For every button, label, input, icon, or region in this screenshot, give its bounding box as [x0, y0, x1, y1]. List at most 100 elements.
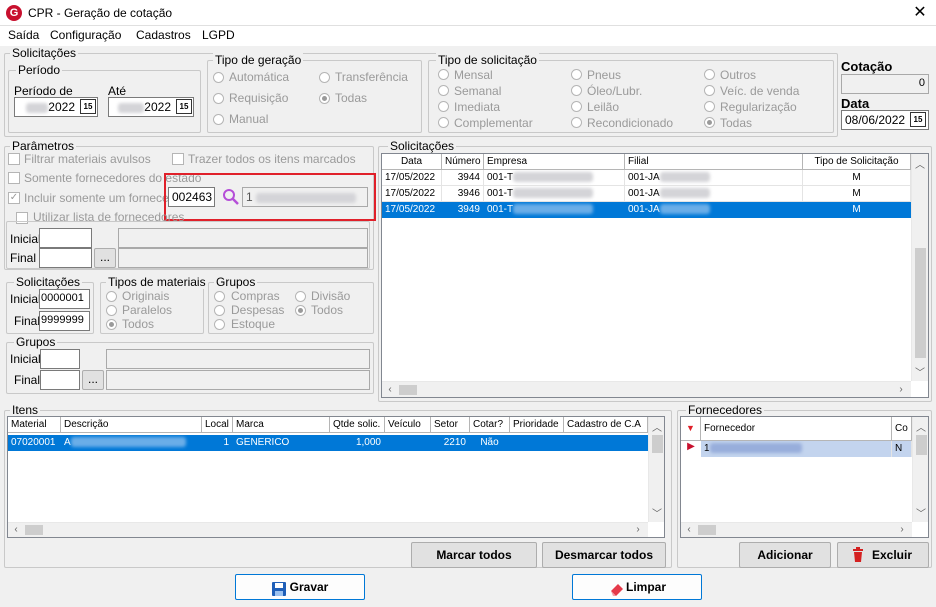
radio-oleo[interactable] [571, 85, 582, 96]
radio-estoque[interactable] [214, 319, 225, 330]
radio-todas-solicitacao[interactable] [704, 117, 715, 128]
scroll-thumb[interactable] [652, 435, 663, 453]
chk-filtrar[interactable] [8, 153, 20, 165]
itens-hscroll[interactable]: ‹ › [8, 522, 648, 537]
scroll-up-icon[interactable]: ︿ [912, 156, 928, 171]
scroll-right-icon[interactable]: › [894, 524, 910, 535]
scroll-left-icon[interactable]: ‹ [382, 384, 398, 395]
hscroll-thumb[interactable] [399, 385, 417, 395]
col-material[interactable]: Material [8, 417, 61, 433]
radio-semanal[interactable] [438, 85, 449, 96]
radio-outros[interactable] [704, 69, 715, 80]
final-forn-field[interactable] [39, 248, 92, 268]
scroll-up-icon[interactable]: ︿ [649, 419, 664, 434]
final-grp-ellipsis-button[interactable]: ... [82, 370, 104, 390]
radio-todos-grupos[interactable] [295, 305, 306, 316]
solicitacoes-grid[interactable]: Data Número Empresa Filial Tipo de Solic… [381, 153, 929, 398]
col-fornecedor[interactable]: Fornecedor [701, 417, 892, 441]
inicial-forn-field[interactable] [39, 228, 92, 248]
adicionar-button[interactable]: Adicionar [739, 542, 831, 568]
radio-automatica[interactable] [213, 72, 224, 83]
solicitacoes-hscroll[interactable]: ‹ › [382, 381, 911, 397]
radio-transferencia[interactable] [319, 72, 330, 83]
scroll-thumb[interactable] [915, 248, 926, 358]
scroll-up-icon[interactable]: ︿ [913, 419, 928, 434]
table-row-selected[interactable]: 07020001 A 1 GENERICO 1,000 2210 Não [8, 435, 648, 451]
sort-down-icon[interactable]: ▼ [681, 417, 701, 441]
scroll-down-icon[interactable]: ﹀ [649, 505, 664, 520]
menu-cadastros[interactable]: Cadastros [136, 28, 191, 42]
fornecedores-grid[interactable]: ▼ Fornecedor Co ▶ 1 N ︿ ﹀ ‹ › [680, 416, 929, 538]
chk-trazer[interactable] [172, 153, 184, 165]
radio-despesas[interactable] [214, 305, 225, 316]
col-local[interactable]: Local [202, 417, 233, 433]
fornecedores-hscroll[interactable]: ‹ › [681, 522, 912, 537]
col-tipo[interactable]: Tipo de Solicitação [803, 154, 911, 170]
radio-imediata[interactable] [438, 101, 449, 112]
scroll-left-icon[interactable]: ‹ [8, 524, 24, 535]
menu-lgpd[interactable]: LGPD [202, 28, 235, 42]
col-descricao[interactable]: Descrição [61, 417, 202, 433]
marcar-todos-button[interactable]: Marcar todos [411, 542, 537, 568]
col-data[interactable]: Data [382, 154, 442, 170]
scroll-down-icon[interactable]: ﹀ [912, 364, 928, 379]
itens-vscroll[interactable]: ︿ ﹀ [648, 417, 664, 522]
radio-paralelos[interactable] [106, 305, 117, 316]
col-cadastro[interactable]: Cadastro de C.A [564, 417, 648, 433]
col-prioridade[interactable]: Prioridade [510, 417, 564, 433]
close-icon[interactable]: ✕ [906, 2, 934, 24]
scroll-right-icon[interactable]: › [893, 384, 909, 395]
radio-regularizacao[interactable] [704, 101, 715, 112]
radio-originais[interactable] [106, 291, 117, 302]
radio-pneus[interactable] [571, 69, 582, 80]
menu-saida[interactable]: Saída [8, 28, 39, 42]
radio-mensal[interactable] [438, 69, 449, 80]
scroll-thumb[interactable] [916, 435, 927, 455]
col-empresa[interactable]: Empresa [484, 154, 625, 170]
col-co[interactable]: Co [892, 417, 912, 441]
excluir-button[interactable]: Excluir [837, 542, 929, 568]
col-cotar[interactable]: Cotar? [470, 417, 510, 433]
radio-leilao[interactable] [571, 101, 582, 112]
chk-somente[interactable] [8, 172, 20, 184]
menu-configuracao[interactable]: Configuração [50, 28, 121, 42]
scroll-left-icon[interactable]: ‹ [681, 524, 697, 535]
calendar-ate-icon[interactable]: 15 [176, 99, 192, 114]
table-row[interactable]: 17/05/2022 3946 001-T 001-JA M [382, 186, 911, 202]
desmarcar-todos-button[interactable]: Desmarcar todos [542, 542, 666, 568]
radio-recondicionado[interactable] [571, 117, 582, 128]
col-numero[interactable]: Número [442, 154, 484, 170]
final-sol-field[interactable]: 9999999 [39, 311, 90, 331]
inicial-grp-field[interactable] [40, 349, 80, 369]
final-grp-field[interactable] [40, 370, 80, 390]
radio-compras[interactable] [214, 291, 225, 302]
table-row-selected[interactable]: 1 N [701, 441, 912, 457]
itens-grid[interactable]: Material Descrição Local Marca Qtde soli… [7, 416, 665, 538]
final-forn-ellipsis-button[interactable]: ... [94, 248, 116, 268]
calendar-data-icon[interactable]: 15 [910, 112, 926, 127]
hscroll-thumb[interactable] [698, 525, 716, 535]
limpar-button[interactable]: Limpar [572, 574, 702, 600]
radio-veic-venda[interactable] [704, 85, 715, 96]
hscroll-thumb[interactable] [25, 525, 43, 535]
fornecedores-vscroll[interactable]: ︿ ﹀ [912, 417, 928, 522]
col-filial[interactable]: Filial [625, 154, 803, 170]
radio-todos-materiais[interactable] [106, 319, 117, 330]
radio-divisao[interactable] [295, 291, 306, 302]
col-veiculo[interactable]: Veículo [385, 417, 431, 433]
radio-complementar[interactable] [438, 117, 449, 128]
table-row[interactable]: 17/05/2022 3944 001-T 001-JA M [382, 170, 911, 186]
col-setor[interactable]: Setor [431, 417, 470, 433]
calendar-de-icon[interactable]: 15 [80, 99, 96, 114]
chk-incluir[interactable]: ✓ [8, 192, 20, 204]
radio-manual[interactable] [213, 114, 224, 125]
inicial-sol-field[interactable]: 0000001 [39, 289, 90, 309]
col-marca[interactable]: Marca [233, 417, 330, 433]
table-row-selected[interactable]: 17/05/2022 3949 001-T 001-JA M [382, 202, 911, 218]
solicitacoes-vscroll[interactable]: ︿ ﹀ [911, 154, 928, 381]
scroll-down-icon[interactable]: ﹀ [913, 505, 928, 520]
radio-requisicao[interactable] [213, 93, 224, 104]
col-qtde[interactable]: Qtde solic. [330, 417, 385, 433]
scroll-right-icon[interactable]: › [630, 524, 646, 535]
gravar-button[interactable]: Gravar [235, 574, 365, 600]
